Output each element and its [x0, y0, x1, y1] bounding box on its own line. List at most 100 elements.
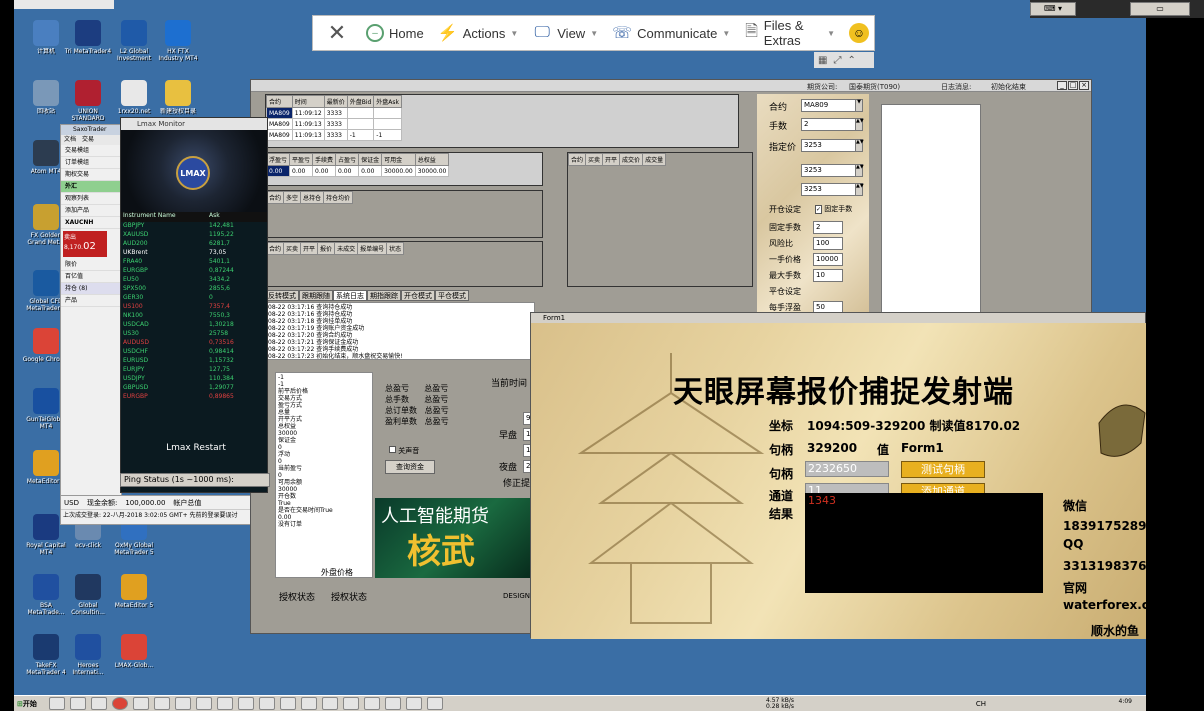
contract-select[interactable]: MA809 ▼ [801, 99, 863, 112]
taskbar-app[interactable] [154, 697, 170, 710]
close-icon[interactable]: × [1079, 81, 1089, 90]
saxo-flag[interactable]: 百亿值 [61, 271, 121, 283]
column-header[interactable]: 报价 [317, 242, 336, 255]
column-header[interactable]: 平盈亏 [289, 153, 314, 166]
saxo-menu-doc[interactable]: 文档 [64, 135, 76, 145]
saxo-menu-trade[interactable]: 交易 [82, 135, 94, 145]
desktop-icon[interactable]: BSA MetaTrade... [22, 574, 70, 616]
column-header[interactable]: 买卖 [283, 242, 302, 255]
saxo-add-product[interactable]: 添加产品 [61, 205, 121, 217]
toolbar-view[interactable]: 🖵 View ▼ [532, 23, 599, 43]
desktop-icon[interactable]: L2 Global Investment [110, 20, 158, 62]
instrument-row[interactable]: EU50 3434,2 [121, 276, 267, 285]
column-header[interactable]: 可用金 [381, 153, 416, 166]
taskbar-app[interactable] [259, 697, 275, 710]
query-funds-button[interactable]: 查询资金 [385, 460, 435, 474]
instrument-row[interactable]: US30 25758 [121, 330, 267, 339]
taskbar-chrome[interactable] [112, 697, 128, 710]
price-input-3[interactable]: 3253 ▲▼ [801, 183, 864, 196]
instrument-row[interactable]: USDCHF 0,98414 [121, 348, 267, 357]
price-input-2[interactable]: 3253 ▲▼ [801, 164, 864, 177]
desktop-icon[interactable]: Heroes Internati... [64, 634, 112, 676]
instrument-row[interactable]: US100 7357,4 [121, 303, 267, 312]
instrument-row[interactable]: SPX500 2855,6 [121, 285, 267, 294]
column-header[interactable]: 总权益 [414, 153, 450, 166]
saxo-sell-tile[interactable]: 卖出 8,170.02 [63, 231, 107, 257]
tab-mode[interactable]: 期指跟踪 [367, 290, 401, 301]
taskbar-app[interactable] [343, 697, 359, 710]
desktop-icon[interactable]: MetaEditor 5 [110, 574, 158, 609]
saxo-watchlist[interactable]: 观察列表 [61, 193, 121, 205]
column-header[interactable]: 未成交 [334, 242, 359, 255]
taskbar-app[interactable] [385, 697, 401, 710]
column-header[interactable]: 外盘Bid [346, 95, 375, 108]
instrument-row[interactable]: EURGBP 0,89865 [121, 393, 267, 402]
saxo-limit[interactable]: 限价 [61, 259, 121, 271]
lots-input[interactable]: 2 ▲▼ [801, 118, 864, 131]
taskbar-app[interactable] [49, 697, 65, 710]
tab-mode[interactable]: 开仓模式 [401, 290, 435, 301]
saxo-item[interactable]: 订单模组 [61, 157, 121, 169]
saxo-tab-fx[interactable]: 外汇 [61, 181, 121, 193]
taskbar-app[interactable] [133, 697, 149, 710]
column-header[interactable]: 合约 [265, 191, 285, 204]
taskbar-app[interactable] [196, 697, 212, 710]
taskbar-app[interactable] [364, 697, 380, 710]
desktop-icon[interactable]: LMAX-Glob... [110, 634, 158, 669]
handle-input[interactable]: 2232650 [805, 461, 889, 477]
restore-icon[interactable]: ▭ [1130, 2, 1190, 16]
column-header[interactable]: 合约 [567, 153, 587, 166]
grid-icon[interactable]: ▦ [818, 55, 827, 66]
fixed-lots-input[interactable]: 2 [813, 221, 843, 234]
instrument-row[interactable]: UKBrent 73,05 [121, 249, 267, 258]
taskbar-app[interactable] [280, 697, 296, 710]
table-row[interactable]: MA809 11:09:12 3333 [266, 107, 403, 119]
column-header[interactable]: 保证金 [358, 153, 383, 166]
table-row[interactable]: MA809 11:09:13 3333 -1 -1 [266, 129, 403, 141]
saxo-holdings[interactable]: 持仓 (8) [61, 283, 121, 295]
column-header[interactable]: 开平 [602, 153, 621, 166]
saxo-instrument[interactable]: XAUCNH [61, 217, 121, 229]
instrument-row[interactable]: GBPJPY 142,481 [121, 222, 267, 231]
risk-ratio-input[interactable]: 100 [813, 237, 843, 250]
table-row[interactable]: 0.00 0.00 0.00 0.00 0.00 30000.00 30000.00 [265, 165, 450, 177]
instrument-row[interactable]: GBPUSD 1,29077 [121, 384, 267, 393]
column-header[interactable]: 手续费 [312, 153, 337, 166]
column-header[interactable]: 报单编号 [357, 242, 388, 255]
column-header[interactable]: 外盘Ask [373, 95, 403, 108]
tab-mode[interactable]: 系统日志 [333, 290, 367, 301]
column-header[interactable]: 成交价 [619, 153, 644, 166]
column-header[interactable]: 开平 [300, 242, 319, 255]
taskbar-app[interactable] [301, 697, 317, 710]
taskbar-app[interactable] [70, 697, 86, 710]
toolbar-communicate[interactable]: ☏ Communicate ▼ [612, 23, 730, 43]
taskbar-app[interactable] [175, 697, 191, 710]
instrument-row[interactable]: USDCAD 1,30218 [121, 321, 267, 330]
column-header[interactable]: 总持仓 [300, 191, 325, 204]
column-header[interactable]: 成交量 [642, 153, 667, 166]
tab-mode[interactable]: 反转模式 [265, 290, 299, 301]
taskbar-app[interactable] [238, 697, 254, 710]
toolbar-files[interactable]: 🗎 Files & Extras ▼ [744, 18, 835, 48]
column-header[interactable]: 时间 [291, 95, 325, 108]
desktop-icon[interactable]: HX FTX Industry MT4 [154, 20, 202, 62]
instrument-row[interactable]: AUD200 6281,7 [121, 240, 267, 249]
saxo-item[interactable]: 期权交易 [61, 169, 121, 181]
column-header[interactable]: 买卖 [585, 153, 604, 166]
desktop-icon[interactable]: Tri MetaTrader4 [64, 20, 112, 55]
minimize-icon[interactable]: _ [1057, 81, 1067, 90]
mute-checkbox[interactable]: 关声音 [389, 446, 419, 456]
desktop-icon[interactable]: 1rxx20.net [110, 80, 158, 115]
column-header[interactable]: 多空 [283, 191, 302, 204]
instrument-row[interactable]: GER30 0 [121, 294, 267, 303]
taskbar-app[interactable] [91, 697, 107, 710]
max-lots-input[interactable]: 10 [813, 269, 843, 282]
tab-mode[interactable]: 平仓模式 [435, 290, 469, 301]
taskbar-app[interactable] [217, 697, 233, 710]
keyboard-icon[interactable]: ⌨ ▾ [1030, 2, 1076, 16]
instrument-row[interactable]: USDJPY 110,384 [121, 375, 267, 384]
toolbar-home[interactable]: – Home [366, 24, 424, 42]
instrument-row[interactable]: FRA40 5401,1 [121, 258, 267, 267]
taskbar-app[interactable] [427, 697, 443, 710]
lmax-restart-button[interactable]: Lmax Restart [141, 443, 251, 457]
